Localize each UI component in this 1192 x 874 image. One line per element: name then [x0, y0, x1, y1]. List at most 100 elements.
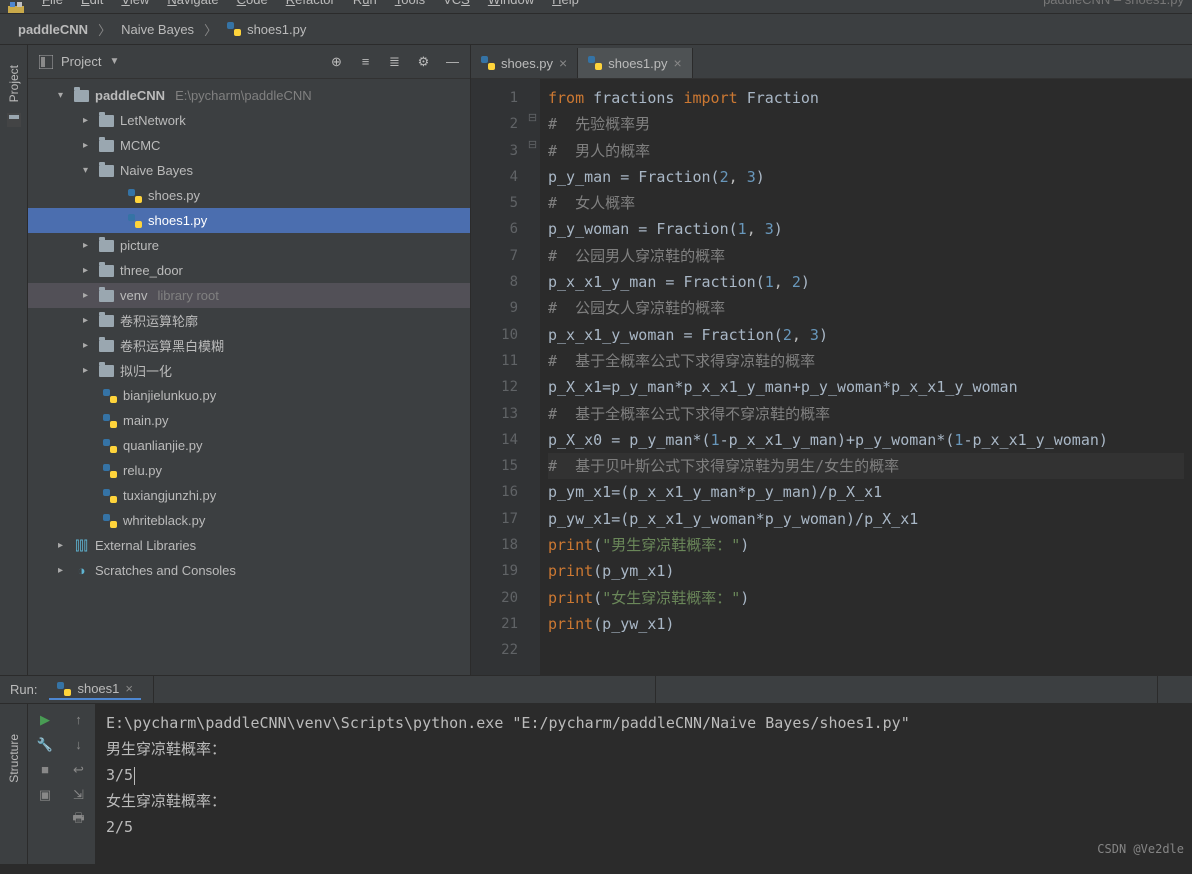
tree-folder-open[interactable]: ▾Naive Bayes	[28, 158, 470, 183]
folder-icon	[99, 140, 114, 152]
stop-icon[interactable]: ■	[38, 762, 53, 777]
close-icon[interactable]: ×	[125, 681, 133, 696]
menu-vcs[interactable]: VCS	[443, 0, 470, 7]
project-icon	[6, 112, 21, 127]
breadcrumb: paddleCNN 〉 Naive Bayes 〉 shoes1.py	[0, 14, 1192, 45]
tree-folder[interactable]: ▸three_door	[28, 258, 470, 283]
project-panel: Project ▼ ⊕ ≡ ≣ ⚙ — ▾paddleCNNE:\pycharm…	[28, 45, 471, 675]
project-view-icon	[38, 54, 53, 69]
python-file-icon	[103, 464, 117, 478]
gutter-marks: ⊟⊟	[526, 79, 540, 675]
tree-external-libraries[interactable]: ▸⫿⫿⫿External Libraries	[28, 533, 470, 558]
tree-folder[interactable]: ▸LetNetwork	[28, 108, 470, 133]
python-file-icon	[227, 22, 241, 36]
folder-icon	[99, 290, 114, 302]
editor-area: shoes.py× shoes1.py× 1234567891011121314…	[471, 45, 1192, 675]
menu-view[interactable]: View	[121, 0, 149, 7]
chevron-down-icon: ▼	[109, 56, 119, 67]
python-file-icon	[128, 189, 142, 203]
run-controls-2: ↑ ↓ ↩ ⇲ 🖶	[62, 704, 96, 864]
down-icon[interactable]: ↓	[71, 737, 86, 752]
run-controls: ▶ 🔧 ■ ▣	[28, 704, 62, 864]
editor-tabs: shoes.py× shoes1.py×	[471, 45, 1192, 79]
tree-folder[interactable]: ▸MCMC	[28, 133, 470, 158]
run-icon[interactable]: ▶	[38, 712, 53, 727]
gear-icon[interactable]: ⚙	[416, 54, 431, 69]
folder-icon	[99, 315, 114, 327]
scratches-icon: ◑	[74, 563, 89, 578]
layout-icon[interactable]: ▣	[38, 787, 53, 802]
folder-icon	[99, 115, 114, 127]
menu-code[interactable]: Code	[237, 0, 268, 7]
menu-edit[interactable]: Edit	[81, 0, 103, 7]
wrench-icon[interactable]: 🔧	[38, 737, 53, 752]
tree-file[interactable]: shoes.py	[28, 183, 470, 208]
cursor	[134, 767, 135, 785]
expand-all-icon[interactable]: ≡	[358, 54, 373, 69]
menu-tools[interactable]: Tools	[395, 0, 425, 7]
left-stripe-bottom: Structure	[0, 704, 28, 864]
project-toolwindow-tab[interactable]: Project	[7, 65, 21, 102]
tree-scratches[interactable]: ▸◑Scratches and Consoles	[28, 558, 470, 583]
editor-tab[interactable]: shoes.py×	[471, 48, 578, 78]
menu-bar: File Edit View Navigate Code Refactor Ru…	[0, 0, 1192, 14]
console-output[interactable]: E:\pycharm\paddleCNN\venv\Scripts\python…	[96, 704, 1192, 864]
locate-icon[interactable]: ⊕	[329, 54, 344, 69]
tree-file[interactable]: whriteblack.py	[28, 508, 470, 533]
chevron-icon: 〉	[204, 20, 217, 39]
run-label: Run:	[10, 682, 37, 697]
breadcrumb-folder[interactable]: Naive Bayes	[115, 20, 200, 39]
close-icon[interactable]: ×	[674, 55, 682, 71]
python-file-icon	[103, 439, 117, 453]
tree-venv[interactable]: ▸venvlibrary root	[28, 283, 470, 308]
editor-tab-active[interactable]: shoes1.py×	[578, 48, 692, 78]
tree-file[interactable]: main.py	[28, 408, 470, 433]
breadcrumb-root[interactable]: paddleCNN	[12, 20, 94, 39]
tree-folder[interactable]: ▸picture	[28, 233, 470, 258]
tree-file[interactable]: quanlianjie.py	[28, 433, 470, 458]
up-icon[interactable]: ↑	[71, 712, 86, 727]
menu-run[interactable]: Run	[353, 0, 377, 7]
tree-root[interactable]: ▾paddleCNNE:\pycharm\paddleCNN	[28, 83, 470, 108]
menu-navigate[interactable]: Navigate	[167, 0, 218, 7]
code-editor[interactable]: from fractions import Fraction # 先验概率男 #…	[540, 79, 1192, 675]
folder-icon	[74, 90, 89, 102]
tree-folder[interactable]: ▸拟归一化	[28, 358, 470, 383]
python-file-icon	[103, 489, 117, 503]
folder-icon	[99, 265, 114, 277]
menu-refactor[interactable]: Refactor	[286, 0, 335, 7]
python-file-icon	[103, 414, 117, 428]
run-tab[interactable]: shoes1 ×	[49, 679, 141, 700]
run-panel: Run: shoes1 × Structure ▶ 🔧 ■ ▣ ↑ ↓ ↩ ⇲ …	[0, 675, 1192, 864]
app-logo-icon	[8, 0, 24, 14]
structure-toolwindow-tab[interactable]: Structure	[7, 734, 21, 783]
tree-folder[interactable]: ▸卷积运算黑白模糊	[28, 333, 470, 358]
tree-folder[interactable]: ▸卷积运算轮廓	[28, 308, 470, 333]
close-icon[interactable]: ×	[559, 55, 567, 71]
scroll-icon[interactable]: ⇲	[71, 787, 86, 802]
project-tree[interactable]: ▾paddleCNNE:\pycharm\paddleCNN ▸LetNetwo…	[28, 79, 470, 675]
line-gutter[interactable]: 12345678910111213141516171819202122	[471, 79, 526, 675]
tree-file-selected[interactable]: shoes1.py	[28, 208, 470, 233]
folder-icon	[99, 365, 114, 377]
python-file-icon	[103, 514, 117, 528]
breadcrumb-file[interactable]: shoes1.py	[221, 20, 312, 39]
library-icon: ⫿⫿⫿	[74, 538, 89, 553]
tree-file[interactable]: relu.py	[28, 458, 470, 483]
chevron-icon: 〉	[98, 20, 111, 39]
tree-file[interactable]: tuxiangjunzhi.py	[28, 483, 470, 508]
hide-icon[interactable]: —	[445, 54, 460, 69]
soft-wrap-icon[interactable]: ↩	[71, 762, 86, 777]
menu-file[interactable]: File	[42, 0, 63, 7]
collapse-all-icon[interactable]: ≣	[387, 54, 402, 69]
tree-file[interactable]: bianjielunkuo.py	[28, 383, 470, 408]
left-stripe: Project	[0, 45, 28, 675]
python-file-icon	[57, 682, 71, 696]
context-label: paddleCNN – shoes1.py	[1043, 0, 1184, 7]
menu-help[interactable]: Help	[552, 0, 579, 7]
menu-window[interactable]: Window	[488, 0, 534, 7]
python-file-icon	[103, 389, 117, 403]
project-view-select[interactable]: Project ▼	[38, 54, 119, 69]
python-file-icon	[481, 56, 495, 70]
print-icon[interactable]: 🖶	[71, 812, 86, 827]
